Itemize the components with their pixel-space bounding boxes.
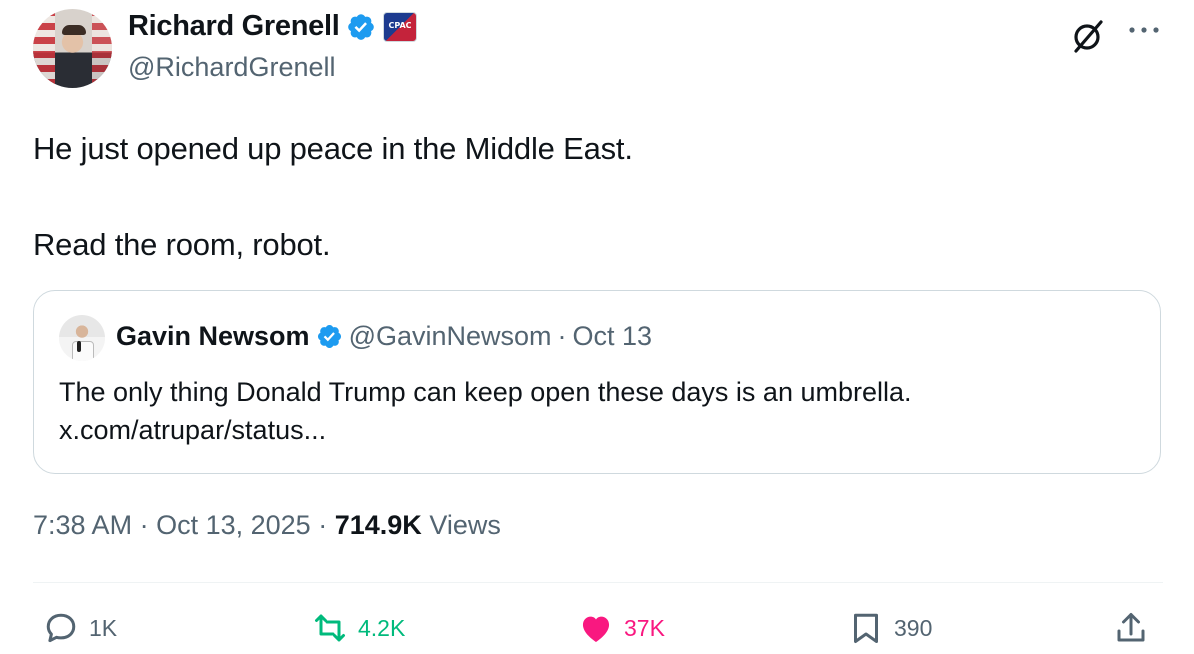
share-icon [1117,613,1145,642]
views-count: 714.9K [334,510,422,540]
quote-link[interactable]: x.com/atrupar/status... [59,411,1139,449]
repost-button[interactable]: 4.2K [312,610,405,646]
author-avatar[interactable] [33,9,112,88]
affiliation-badge[interactable]: CPAC [383,11,418,42]
views-label: Views [429,510,501,540]
avatar-flag-right [92,9,112,88]
share-button[interactable] [1113,610,1149,646]
avatar-hair [62,25,86,35]
avatar-flag-left [33,9,55,88]
meta-separator: · [318,510,328,540]
tweet-line: He just opened up peace in the Middle Ea… [33,131,633,166]
grok-icon[interactable] [1068,16,1108,56]
meta-separator: · [139,510,149,540]
quote-author-avatar[interactable] [59,315,105,361]
quote-date[interactable]: Oct 13 [573,321,653,352]
affiliation-badge-text: CPAC [388,20,412,30]
divider [33,582,1163,583]
tweet-date[interactable]: Oct 13, 2025 [156,510,311,540]
quote-header: Gavin Newsom @GavinNewsom · Oct 13 [116,321,652,352]
bookmark-button[interactable]: 390 [848,610,932,646]
reply-count: 1K [89,614,118,641]
reply-icon [46,613,76,643]
like-button[interactable]: 37K [578,610,665,646]
tweet-time[interactable]: 7:38 AM [33,510,132,540]
quote-author-name[interactable]: Gavin Newsom [116,321,310,352]
like-icon [582,616,610,642]
tweet-line: Read the room, robot. [33,227,331,262]
repost-count: 4.2K [358,614,406,641]
quote-separator: · [557,321,567,351]
quote-avatar-mic [77,341,81,352]
more-icon[interactable] [1126,20,1162,40]
reply-button[interactable]: 1K [43,610,117,646]
verified-icon[interactable] [346,12,376,42]
quote-author-handle[interactable]: @GavinNewsom [349,321,552,352]
quoted-tweet[interactable]: Gavin Newsom @GavinNewsom · Oct 13 The o… [33,290,1161,474]
author-handle[interactable]: @RichardGrenell [128,52,335,83]
bookmark-count: 390 [894,614,933,641]
like-count: 37K [624,614,665,641]
author-name-row: Richard Grenell CPAC [128,10,418,43]
bookmark-icon [854,613,878,643]
quote-avatar-shirt [72,341,94,361]
tweet-text: He just opened up peace in the Middle Ea… [33,125,633,269]
tweet-metadata: 7:38 AM · Oct 13, 2025 · 714.9K Views [33,510,501,541]
verified-icon[interactable] [316,323,343,350]
repost-icon [315,614,345,642]
quote-text: The only thing Donald Trump can keep ope… [59,373,1139,449]
quote-text-line: The only thing Donald Trump can keep ope… [59,377,912,407]
author-name[interactable]: Richard Grenell [128,10,340,43]
